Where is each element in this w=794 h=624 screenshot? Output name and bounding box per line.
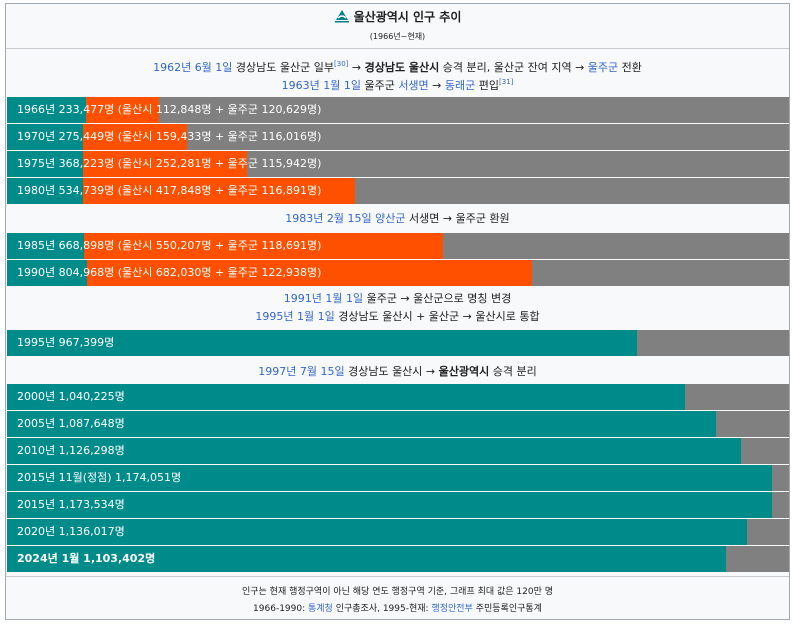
bar-label: 1975년 368,223명 (울산시 252,281명 + 울주군 115,9… (17, 157, 322, 170)
note-text: 경상남도 울산시 + 울산군 → 울산시로 통합 (334, 310, 540, 323)
population-infobox: 울산광역시 인구 추이 (1966년~현재) 1962년 6월 1일 경상남도 … (5, 3, 790, 620)
date-link-1997[interactable]: 1997년 7월 15일 (258, 365, 344, 378)
note-text: → (428, 79, 445, 92)
note-text: 울주군 → 울산군으로 명칭 변경 (363, 292, 512, 305)
note-text: 서생면 → 울주군 환원 (405, 212, 510, 225)
seosaeng-link[interactable]: 서생면 (398, 79, 428, 92)
note-1963: 1963년 1월 1일 울주군 서생면 → 동래군 편입[31] (6, 74, 789, 94)
date-link-1963[interactable]: 1963년 1월 1일 (282, 79, 361, 92)
note-text: 울주군 (360, 79, 399, 92)
divider (6, 576, 789, 577)
population-bar-row: 2024년 1월 1,103,402명 (7, 546, 789, 572)
footer-sources: 1966-1990: 통계청 인구총조사, 1995-현재: 행정안전부 주민등… (6, 601, 789, 614)
population-bar-row: 2010년 1,126,298명 (7, 438, 789, 464)
note-text: 편입 (475, 79, 500, 92)
dongnae-link[interactable]: 동래군 (445, 79, 475, 92)
footer-text: 1966-1990: (253, 604, 308, 614)
kostat-link[interactable]: 통계청 (308, 604, 333, 614)
bar-label: 1980년 534,739명 (울산시 417,848명 + 울주군 116,8… (17, 184, 322, 197)
ulju-link[interactable]: 울주군 (588, 61, 618, 74)
note-1995: 1995년 1월 1일 경상남도 울산시 + 울산군 → 울산시로 통합 (6, 309, 789, 325)
footer-text: 인구총조사, 1995-현재: (332, 604, 432, 614)
date-link-1983[interactable]: 1983년 2월 15일 (285, 212, 371, 225)
population-bar-row: 1980년 534,739명 (울산시 417,848명 + 울주군 116,8… (7, 178, 789, 204)
population-bar-row: 1970년 275,449명 (울산시 159,433명 + 울주군 116,0… (7, 124, 789, 150)
divider (6, 48, 789, 49)
note-1991: 1991년 1월 1일 울주군 → 울산군으로 명칭 변경 (6, 291, 789, 307)
population-bar-row: 1990년 804,968명 (울산시 682,030명 + 울주군 122,9… (7, 260, 789, 286)
date-link-1962[interactable]: 1962년 6월 1일 (153, 61, 232, 74)
note-text: 경상남도 울산군 일부 (232, 61, 335, 74)
date-link-1995[interactable]: 1995년 1월 1일 (255, 310, 334, 323)
bar-label: 2024년 1월 1,103,402명 (17, 552, 156, 565)
bar-label: 1970년 275,449명 (울산시 159,433명 + 울주군 116,0… (17, 130, 322, 143)
ref-30[interactable]: [30] (334, 60, 348, 68)
note-text: 경상남도 울산시 → (344, 365, 439, 378)
population-bar-row: 2000년 1,040,225명 (7, 384, 789, 410)
note-bold: 울산광역시 (438, 365, 490, 378)
note-1983: 1983년 2월 15일 양산군 서생면 → 울주군 환원 (6, 211, 789, 227)
footer-note: 인구는 현재 행정구역이 아닌 해당 연도 행정구역 기준, 그래프 최대 값은… (241, 587, 554, 597)
population-bar-row: 1975년 368,223명 (울산시 252,281명 + 울주군 115,9… (7, 151, 789, 177)
note-1962: 1962년 6월 1일 경상남도 울산군 일부[30] → 경상남도 울산시 승… (6, 56, 789, 76)
bar-label: 2015년 11월(정점) 1,174,051명 (17, 471, 182, 484)
note-text: 승격 분리 (489, 365, 537, 378)
date-link-1991[interactable]: 1991년 1월 1일 (284, 292, 363, 305)
bar-label: 2015년 1,173,534명 (17, 498, 125, 511)
population-bar-row: 2015년 11월(정점) 1,174,051명 (7, 465, 789, 491)
bar-label: 1990년 804,968명 (울산시 682,030명 + 울주군 122,9… (17, 266, 322, 279)
bar-label: 2005년 1,087,648명 (17, 417, 125, 430)
population-bar-row: 2005년 1,087,648명 (7, 411, 789, 437)
note-text: 승격 분리, 울산군 잔여 지역 → (439, 61, 588, 74)
yangsan-link[interactable]: 양산군 (375, 212, 405, 225)
infobox-subtitle: (1966년~현재) (369, 32, 426, 41)
note-text: → (348, 61, 365, 74)
population-bar-row: 2020년 1,136,017명 (7, 519, 789, 545)
bar-label: 2000년 1,040,225명 (17, 390, 125, 403)
bar-label: 1995년 967,399명 (17, 336, 115, 349)
footer-text: 주민등록인구통계 (472, 604, 542, 614)
ulsan-logo-icon (334, 10, 349, 23)
ref-31[interactable]: [31] (499, 78, 513, 86)
title-text: 울산광역시 인구 추이 (353, 10, 462, 24)
note-text: 전환 (618, 61, 642, 74)
note-bold: 경상남도 울산시 (364, 61, 440, 74)
population-bar-row: 2015년 1,173,534명 (7, 492, 789, 518)
mois-link[interactable]: 행정안전부 (431, 604, 472, 614)
bar-label: 1966년 233,477명 (울산시 112,848명 + 울주군 120,6… (17, 103, 322, 116)
bar-label: 2010년 1,126,298명 (17, 444, 125, 457)
infobox-title: 울산광역시 인구 추이 (6, 9, 789, 24)
population-bar-row: 1966년 233,477명 (울산시 112,848명 + 울주군 120,6… (7, 97, 789, 123)
population-bar-row: 1985년 668,898명 (울산시 550,207명 + 울주군 118,6… (7, 233, 789, 259)
bar-label: 1985년 668,898명 (울산시 550,207명 + 울주군 118,6… (17, 239, 322, 252)
note-1997: 1997년 7월 15일 경상남도 울산시 → 울산광역시 승격 분리 (6, 364, 789, 380)
bar-label: 2020년 1,136,017명 (17, 525, 125, 538)
population-bar-row: 1995년 967,399명 (7, 330, 789, 356)
